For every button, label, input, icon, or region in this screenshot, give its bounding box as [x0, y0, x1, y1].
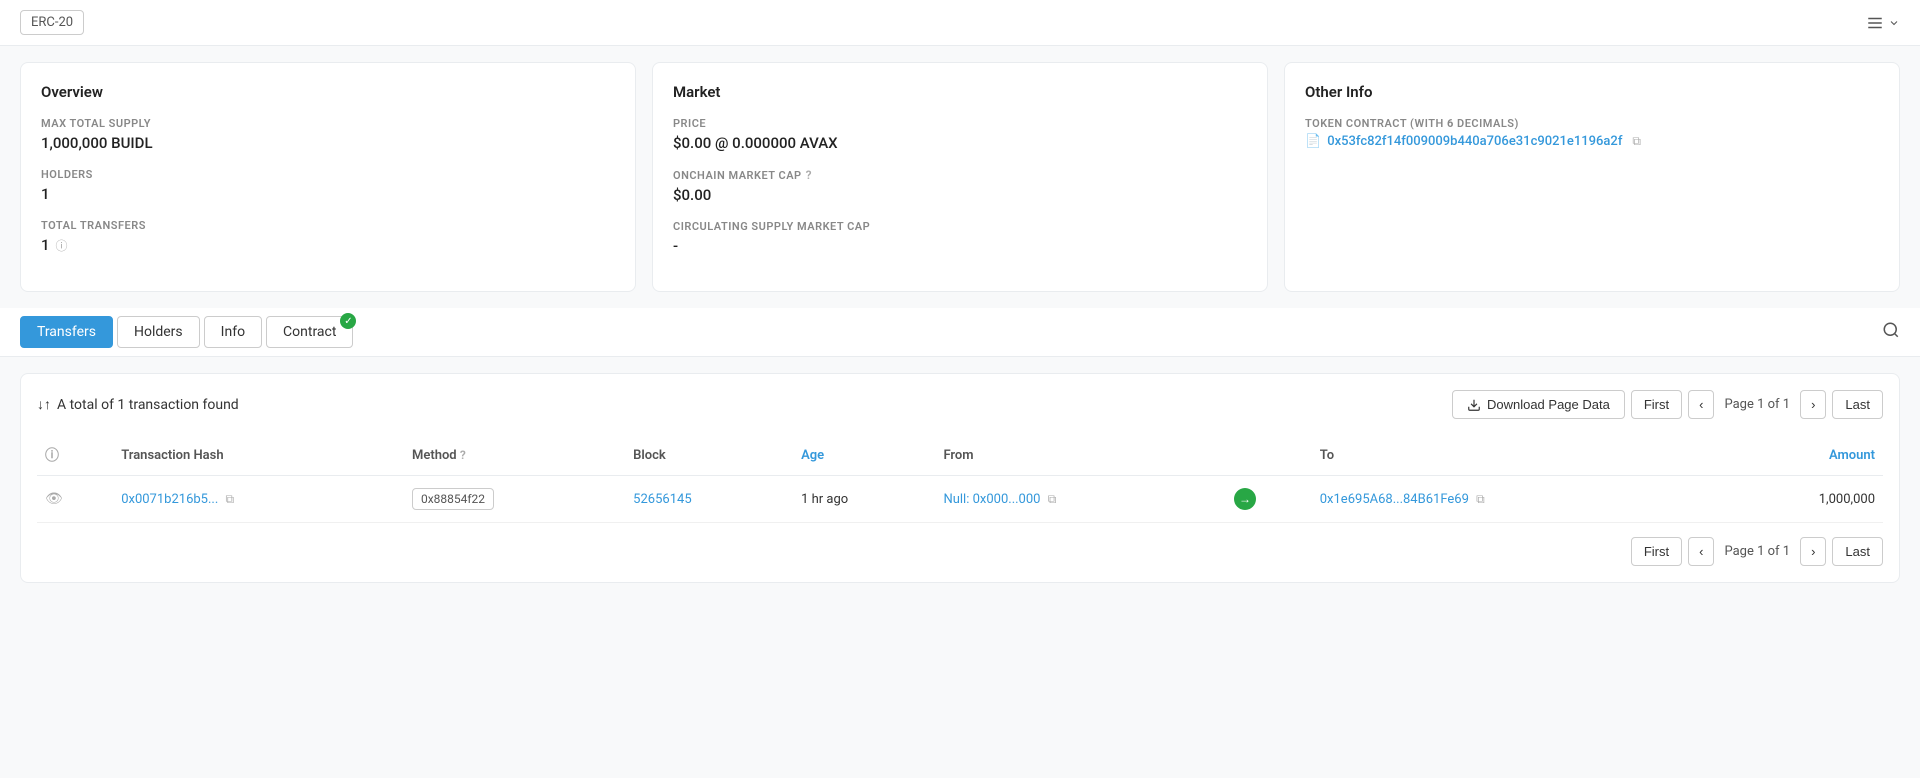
market-card: Market PRICE $0.00 @ 0.000000 AVAX ONCHA… [652, 62, 1268, 292]
last-button-bottom[interactable]: Last [1832, 537, 1883, 566]
price-value: $0.00 @ 0.000000 AVAX [673, 134, 1247, 152]
list-icon[interactable] [1866, 14, 1900, 32]
onchain-cap-value: $0.00 [673, 186, 1247, 204]
onchain-cap-label: ONCHAIN MARKET CAP ? [673, 168, 1247, 182]
table-section: ↓↑ A total of 1 transaction found Downlo… [20, 373, 1900, 583]
market-title: Market [673, 83, 1247, 101]
download-button[interactable]: Download Page Data [1452, 390, 1625, 419]
row-tx-hash: 0x0071b216b5... ⧉ [113, 476, 404, 523]
max-supply-value: 1,000,000 BUIDL [41, 134, 615, 152]
col-header-to-addr: To [1312, 435, 1720, 476]
max-supply-label: MAX TOTAL SUPPLY [41, 117, 615, 130]
other-info-title: Other Info [1305, 83, 1879, 101]
cards-container: Overview MAX TOTAL SUPPLY 1,000,000 BUID… [0, 46, 1920, 308]
pagination-controls-top: Download Page Data First ‹ Page 1 of 1 ›… [1452, 390, 1883, 419]
search-icon[interactable] [1882, 321, 1900, 343]
col-header-from: From [935, 435, 1226, 476]
table-row: 👁 0x0071b216b5... ⧉ 0x88854f22 52656145 … [37, 476, 1883, 523]
col-header-age[interactable]: Age [793, 435, 935, 476]
row-method: 0x88854f22 [404, 476, 625, 523]
copy-contract-icon[interactable]: ⧉ [1632, 134, 1641, 149]
first-button-bottom[interactable]: First [1631, 537, 1682, 566]
token-contract-value[interactable]: 📄 0x53fc82f14f009009b440a706e31c9021e119… [1305, 134, 1879, 149]
pagination-controls-bottom: First ‹ Page 1 of 1 › Last [37, 537, 1883, 566]
copy-to-icon[interactable]: ⧉ [1476, 492, 1485, 506]
copy-from-icon[interactable]: ⧉ [1048, 492, 1057, 506]
price-label: PRICE [673, 117, 1247, 130]
copy-hash-icon[interactable]: ⧉ [226, 492, 235, 506]
last-button-top[interactable]: Last [1832, 390, 1883, 419]
total-transfers-value: 1 ⓘ [41, 236, 615, 254]
to-arrow-icon: → [1234, 488, 1256, 510]
row-amount: 1,000,000 [1720, 476, 1883, 523]
next-button-top[interactable]: › [1800, 390, 1826, 419]
tabs-section: Transfers Holders Info Contract ✓ [0, 308, 1920, 357]
erc-badge: ERC-20 [20, 10, 84, 35]
prev-button-top[interactable]: ‹ [1688, 390, 1714, 419]
first-button-top[interactable]: First [1631, 390, 1682, 419]
tab-holders[interactable]: Holders [117, 316, 200, 348]
col-header-method: Method ? [404, 435, 625, 476]
row-block: 52656145 [625, 476, 793, 523]
col-header-hash: Transaction Hash [113, 435, 404, 476]
summary-text: A total of 1 transaction found [57, 397, 239, 413]
tab-info[interactable]: Info [204, 316, 262, 348]
token-contract-label: TOKEN CONTRACT (WITH 6 DECIMALS) [1305, 117, 1879, 130]
row-eye-icon[interactable]: 👁 [37, 476, 113, 523]
holders-value: 1 [41, 185, 615, 203]
other-info-card: Other Info TOKEN CONTRACT (WITH 6 DECIMA… [1284, 62, 1900, 292]
row-arrow: → [1226, 476, 1312, 523]
col-header-to [1226, 435, 1312, 476]
col-header-amount: Amount [1720, 435, 1883, 476]
page-indicator-top: Page 1 of 1 [1720, 397, 1794, 412]
circulating-value: - [673, 237, 1247, 255]
method-info-icon[interactable]: ? [460, 448, 466, 462]
table-header-row: ↓↑ A total of 1 transaction found Downlo… [37, 390, 1883, 419]
page-indicator-bottom: Page 1 of 1 [1720, 544, 1794, 559]
col-info-icon[interactable]: ⓘ [45, 448, 59, 464]
circulating-label: CIRCULATING SUPPLY MARKET CAP [673, 220, 1247, 233]
prev-button-bottom[interactable]: ‹ [1688, 537, 1714, 566]
onchain-cap-info-icon[interactable]: ? [806, 168, 812, 182]
col-header-block: Block [625, 435, 793, 476]
method-badge: 0x88854f22 [412, 488, 494, 510]
overview-card: Overview MAX TOTAL SUPPLY 1,000,000 BUID… [20, 62, 636, 292]
contract-verified-icon: ✓ [340, 313, 356, 329]
doc-icon: 📄 [1305, 134, 1321, 149]
top-bar: ERC-20 [0, 0, 1920, 46]
holders-label: HOLDERS [41, 168, 615, 181]
transactions-table: ⓘ Transaction Hash Method ? Block Age Fr… [37, 435, 1883, 523]
row-from: Null: 0x000...000 ⧉ [935, 476, 1226, 523]
overview-title: Overview [41, 83, 615, 101]
total-transfers-label: TOTAL TRANSFERS [41, 219, 615, 232]
col-header-info: ⓘ [37, 435, 113, 476]
sort-icon: ↓↑ [37, 396, 51, 413]
row-age: 1 hr ago [793, 476, 935, 523]
table-summary: ↓↑ A total of 1 transaction found [37, 396, 239, 413]
transfers-info-icon[interactable]: ⓘ [56, 237, 68, 254]
tab-contract[interactable]: Contract ✓ [266, 316, 353, 348]
next-button-bottom[interactable]: › [1800, 537, 1826, 566]
tabs: Transfers Holders Info Contract ✓ [20, 308, 353, 356]
row-to: 0x1e695A68...84B61Fe69 ⧉ [1312, 476, 1720, 523]
tab-transfers[interactable]: Transfers [20, 316, 113, 348]
